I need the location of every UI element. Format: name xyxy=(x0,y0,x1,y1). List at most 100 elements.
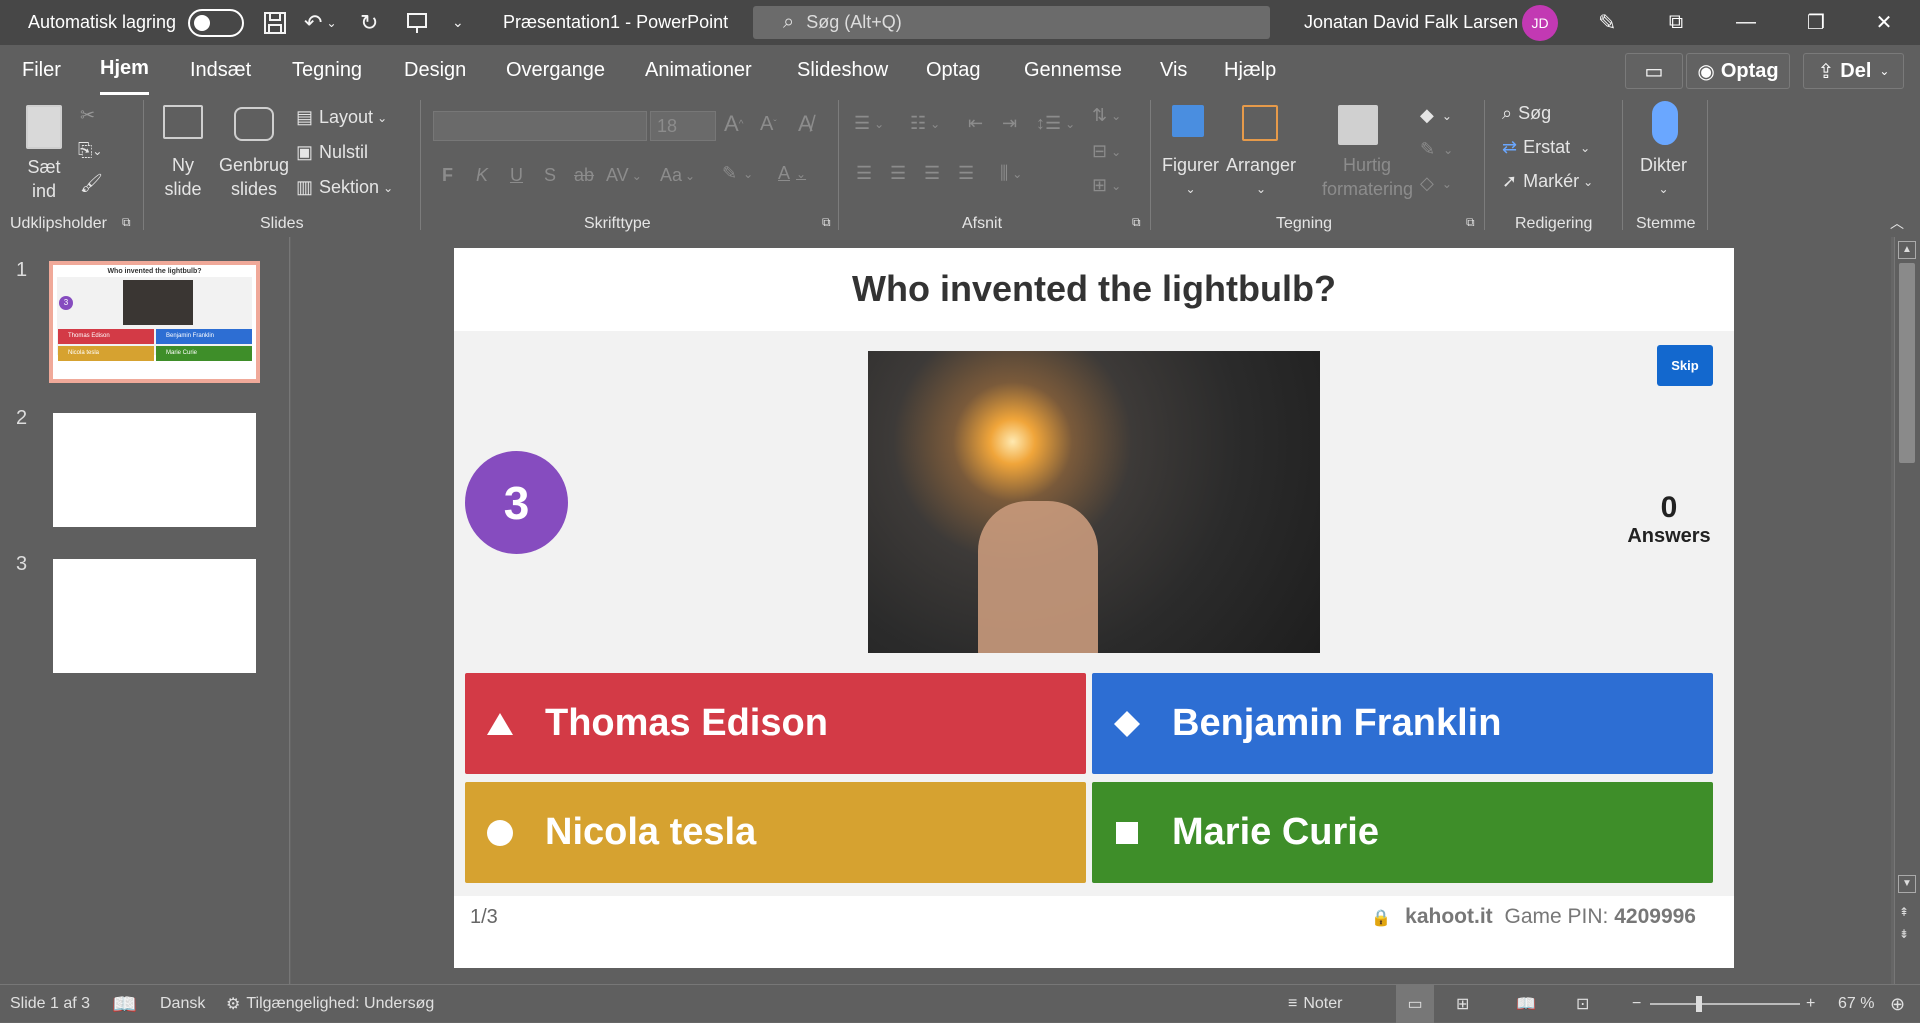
present-from-start-icon[interactable] xyxy=(405,0,429,45)
increase-indent-icon[interactable]: ⇥ xyxy=(1002,113,1017,134)
format-painter-icon[interactable]: 🖌 xyxy=(80,173,103,194)
answer-option-green[interactable]: Marie Curie xyxy=(1092,782,1713,883)
shadow-button[interactable]: S xyxy=(544,165,556,186)
layout-button[interactable]: ▤ Layout ⌄ xyxy=(296,107,387,128)
bold-button[interactable]: F xyxy=(442,165,453,186)
slideshow-view-icon[interactable]: ⊡ xyxy=(1576,985,1589,1023)
current-slide[interactable]: Who invented the lightbulb? 3 Skip 0 Ans… xyxy=(454,248,1734,968)
scroll-thumb[interactable] xyxy=(1899,263,1915,463)
tab-slideshow[interactable]: Slideshow xyxy=(797,45,888,95)
decrease-indent-icon[interactable]: ⇤ xyxy=(968,113,983,134)
share-button[interactable]: ⇪ Del ⌄ xyxy=(1803,53,1904,89)
font-name-box[interactable] xyxy=(433,111,647,141)
quick-styles-button[interactable]: Hurtig formatering xyxy=(1322,153,1413,201)
slide-sorter-icon[interactable]: ⊞ xyxy=(1456,985,1469,1023)
undo-icon[interactable]: ↶ ⌄ xyxy=(304,0,337,45)
find-button[interactable]: ⌕ Søg xyxy=(1502,103,1551,124)
grow-font-icon[interactable]: A ^ xyxy=(724,111,743,137)
align-left-icon[interactable]: ☰ xyxy=(856,163,872,184)
language-indicator[interactable]: Dansk xyxy=(160,985,205,1023)
copy-icon[interactable]: ⎘ ⌄ xyxy=(78,140,102,161)
new-slide-button[interactable]: Ny slide xyxy=(155,153,211,201)
bullets-icon[interactable]: ☰ ⌄ xyxy=(854,113,884,134)
line-spacing-icon[interactable]: ↕☰ ⌄ xyxy=(1036,113,1075,134)
change-case-button[interactable]: Aa ⌄ xyxy=(660,165,695,186)
columns-icon[interactable]: ⫼ ⌄ xyxy=(1000,163,1022,184)
answer-option-red[interactable]: Thomas Edison xyxy=(465,673,1086,774)
customize-toolbar-icon[interactable]: ⌄ xyxy=(452,0,464,45)
spellcheck-icon[interactable]: 📖 xyxy=(112,985,137,1023)
slide-thumbnail-3[interactable] xyxy=(53,559,256,673)
tab-vis[interactable]: Vis xyxy=(1160,45,1187,95)
shape-outline-icon[interactable]: ✎ ⌄ xyxy=(1420,139,1453,160)
collapse-ribbon-icon[interactable]: ︿ xyxy=(1890,213,1904,233)
italic-button[interactable]: K xyxy=(476,165,488,186)
user-avatar[interactable]: JD xyxy=(1522,0,1558,45)
align-center-icon[interactable]: ☰ xyxy=(890,163,906,184)
tab-tegning[interactable]: Tegning xyxy=(292,45,362,95)
tab-hjaelp[interactable]: Hjælp xyxy=(1224,45,1276,95)
fit-to-window-icon[interactable]: ⊕ xyxy=(1890,985,1905,1023)
dialog-launcher-icon[interactable]: ⧉ xyxy=(122,215,131,230)
vertical-scrollbar[interactable]: ▲ ▼ ⇞ ⇟ xyxy=(1894,237,1920,984)
answer-option-yellow[interactable]: Nicola tesla xyxy=(465,782,1086,883)
select-button[interactable]: ➚ Markér ⌄ xyxy=(1502,171,1593,192)
font-dialog-icon[interactable]: ⧉ xyxy=(822,215,831,230)
slide-thumbnail-2[interactable] xyxy=(53,413,256,527)
tab-animationer[interactable]: Animationer xyxy=(645,45,752,95)
tab-design[interactable]: Design xyxy=(404,45,466,95)
tab-gennemse[interactable]: Gennemse xyxy=(1024,45,1122,95)
save-icon[interactable] xyxy=(262,0,288,45)
minimize-icon[interactable]: — xyxy=(1716,0,1776,45)
reset-button[interactable]: ▣ Nulstil xyxy=(296,142,368,163)
align-text-icon[interactable]: ⊟ ⌄ xyxy=(1092,141,1121,162)
text-direction-icon[interactable]: ⇅ ⌄ xyxy=(1092,105,1121,126)
shapes-button[interactable]: Figurer ⌄ xyxy=(1162,153,1219,201)
pen-icon[interactable]: ✎ xyxy=(1598,0,1616,45)
tab-indsaet[interactable]: Indsæt xyxy=(190,45,251,95)
drawing-dialog-icon[interactable]: ⧉ xyxy=(1466,215,1475,230)
zoom-in-icon[interactable]: + xyxy=(1806,985,1815,1023)
skip-button[interactable]: Skip xyxy=(1657,345,1713,386)
zoom-level[interactable]: 67 % xyxy=(1838,985,1874,1023)
restore-icon[interactable]: ❐ xyxy=(1786,0,1846,45)
scroll-down-icon[interactable]: ▼ xyxy=(1898,875,1916,893)
paste-button[interactable]: Sæt ind xyxy=(24,155,64,203)
shape-effects-icon[interactable]: ◇ ⌄ xyxy=(1420,173,1452,194)
shrink-font-icon[interactable]: Aˇ xyxy=(760,113,777,136)
autosave-control[interactable]: Automatisk lagring xyxy=(28,0,245,45)
search-box[interactable]: ⌕ Søg (Alt+Q) xyxy=(753,6,1270,39)
tab-hjem[interactable]: Hjem xyxy=(100,45,149,95)
align-right-icon[interactable]: ☰ xyxy=(924,163,940,184)
replace-button[interactable]: ⇄ Erstat ⌄ xyxy=(1502,137,1590,158)
previous-slide-icon[interactable]: ⇞ xyxy=(1899,905,1909,919)
close-icon[interactable]: ✕ xyxy=(1854,0,1914,45)
zoom-out-icon[interactable]: − xyxy=(1632,985,1641,1023)
reuse-slides-button[interactable]: Genbrug slides xyxy=(218,153,290,201)
ribbon-display-icon[interactable]: ⧉ xyxy=(1646,0,1706,45)
justify-icon[interactable]: ☰ xyxy=(958,163,974,184)
clear-formatting-icon[interactable]: A̸ xyxy=(798,111,813,137)
tab-overgange[interactable]: Overgange xyxy=(506,45,605,95)
numbering-icon[interactable]: ☷ ⌄ xyxy=(910,113,940,134)
paragraph-dialog-icon[interactable]: ⧉ xyxy=(1132,215,1141,230)
strikethrough-button[interactable]: ab xyxy=(574,165,594,186)
answer-option-blue[interactable]: Benjamin Franklin xyxy=(1092,673,1713,774)
autosave-toggle[interactable] xyxy=(188,8,245,37)
highlight-color-icon[interactable]: ✎ ⌄ xyxy=(722,163,753,184)
font-color-icon[interactable]: A ⌄ xyxy=(778,163,806,184)
tab-filer[interactable]: Filer xyxy=(22,45,61,95)
zoom-slider-thumb[interactable] xyxy=(1696,996,1702,1012)
slide-thumbnail-1[interactable]: Who invented the lightbulb? 3 Thomas Edi… xyxy=(49,261,260,383)
tab-optag[interactable]: Optag xyxy=(926,45,980,95)
scroll-up-icon[interactable]: ▲ xyxy=(1898,241,1916,259)
smartart-icon[interactable]: ⊞ ⌄ xyxy=(1092,175,1121,196)
normal-view-icon[interactable]: ▭ xyxy=(1396,985,1434,1023)
dictate-button[interactable]: Dikter ⌄ xyxy=(1640,153,1687,201)
notes-button[interactable]: ≡ Noter xyxy=(1288,985,1342,1023)
zoom-slider[interactable] xyxy=(1650,985,1800,1023)
cut-icon[interactable]: ✂ xyxy=(80,105,95,126)
next-slide-icon[interactable]: ⇟ xyxy=(1899,927,1909,941)
font-size-box[interactable]: 18 xyxy=(650,111,716,141)
section-button[interactable]: ▥ Sektion ⌄ xyxy=(296,177,393,198)
